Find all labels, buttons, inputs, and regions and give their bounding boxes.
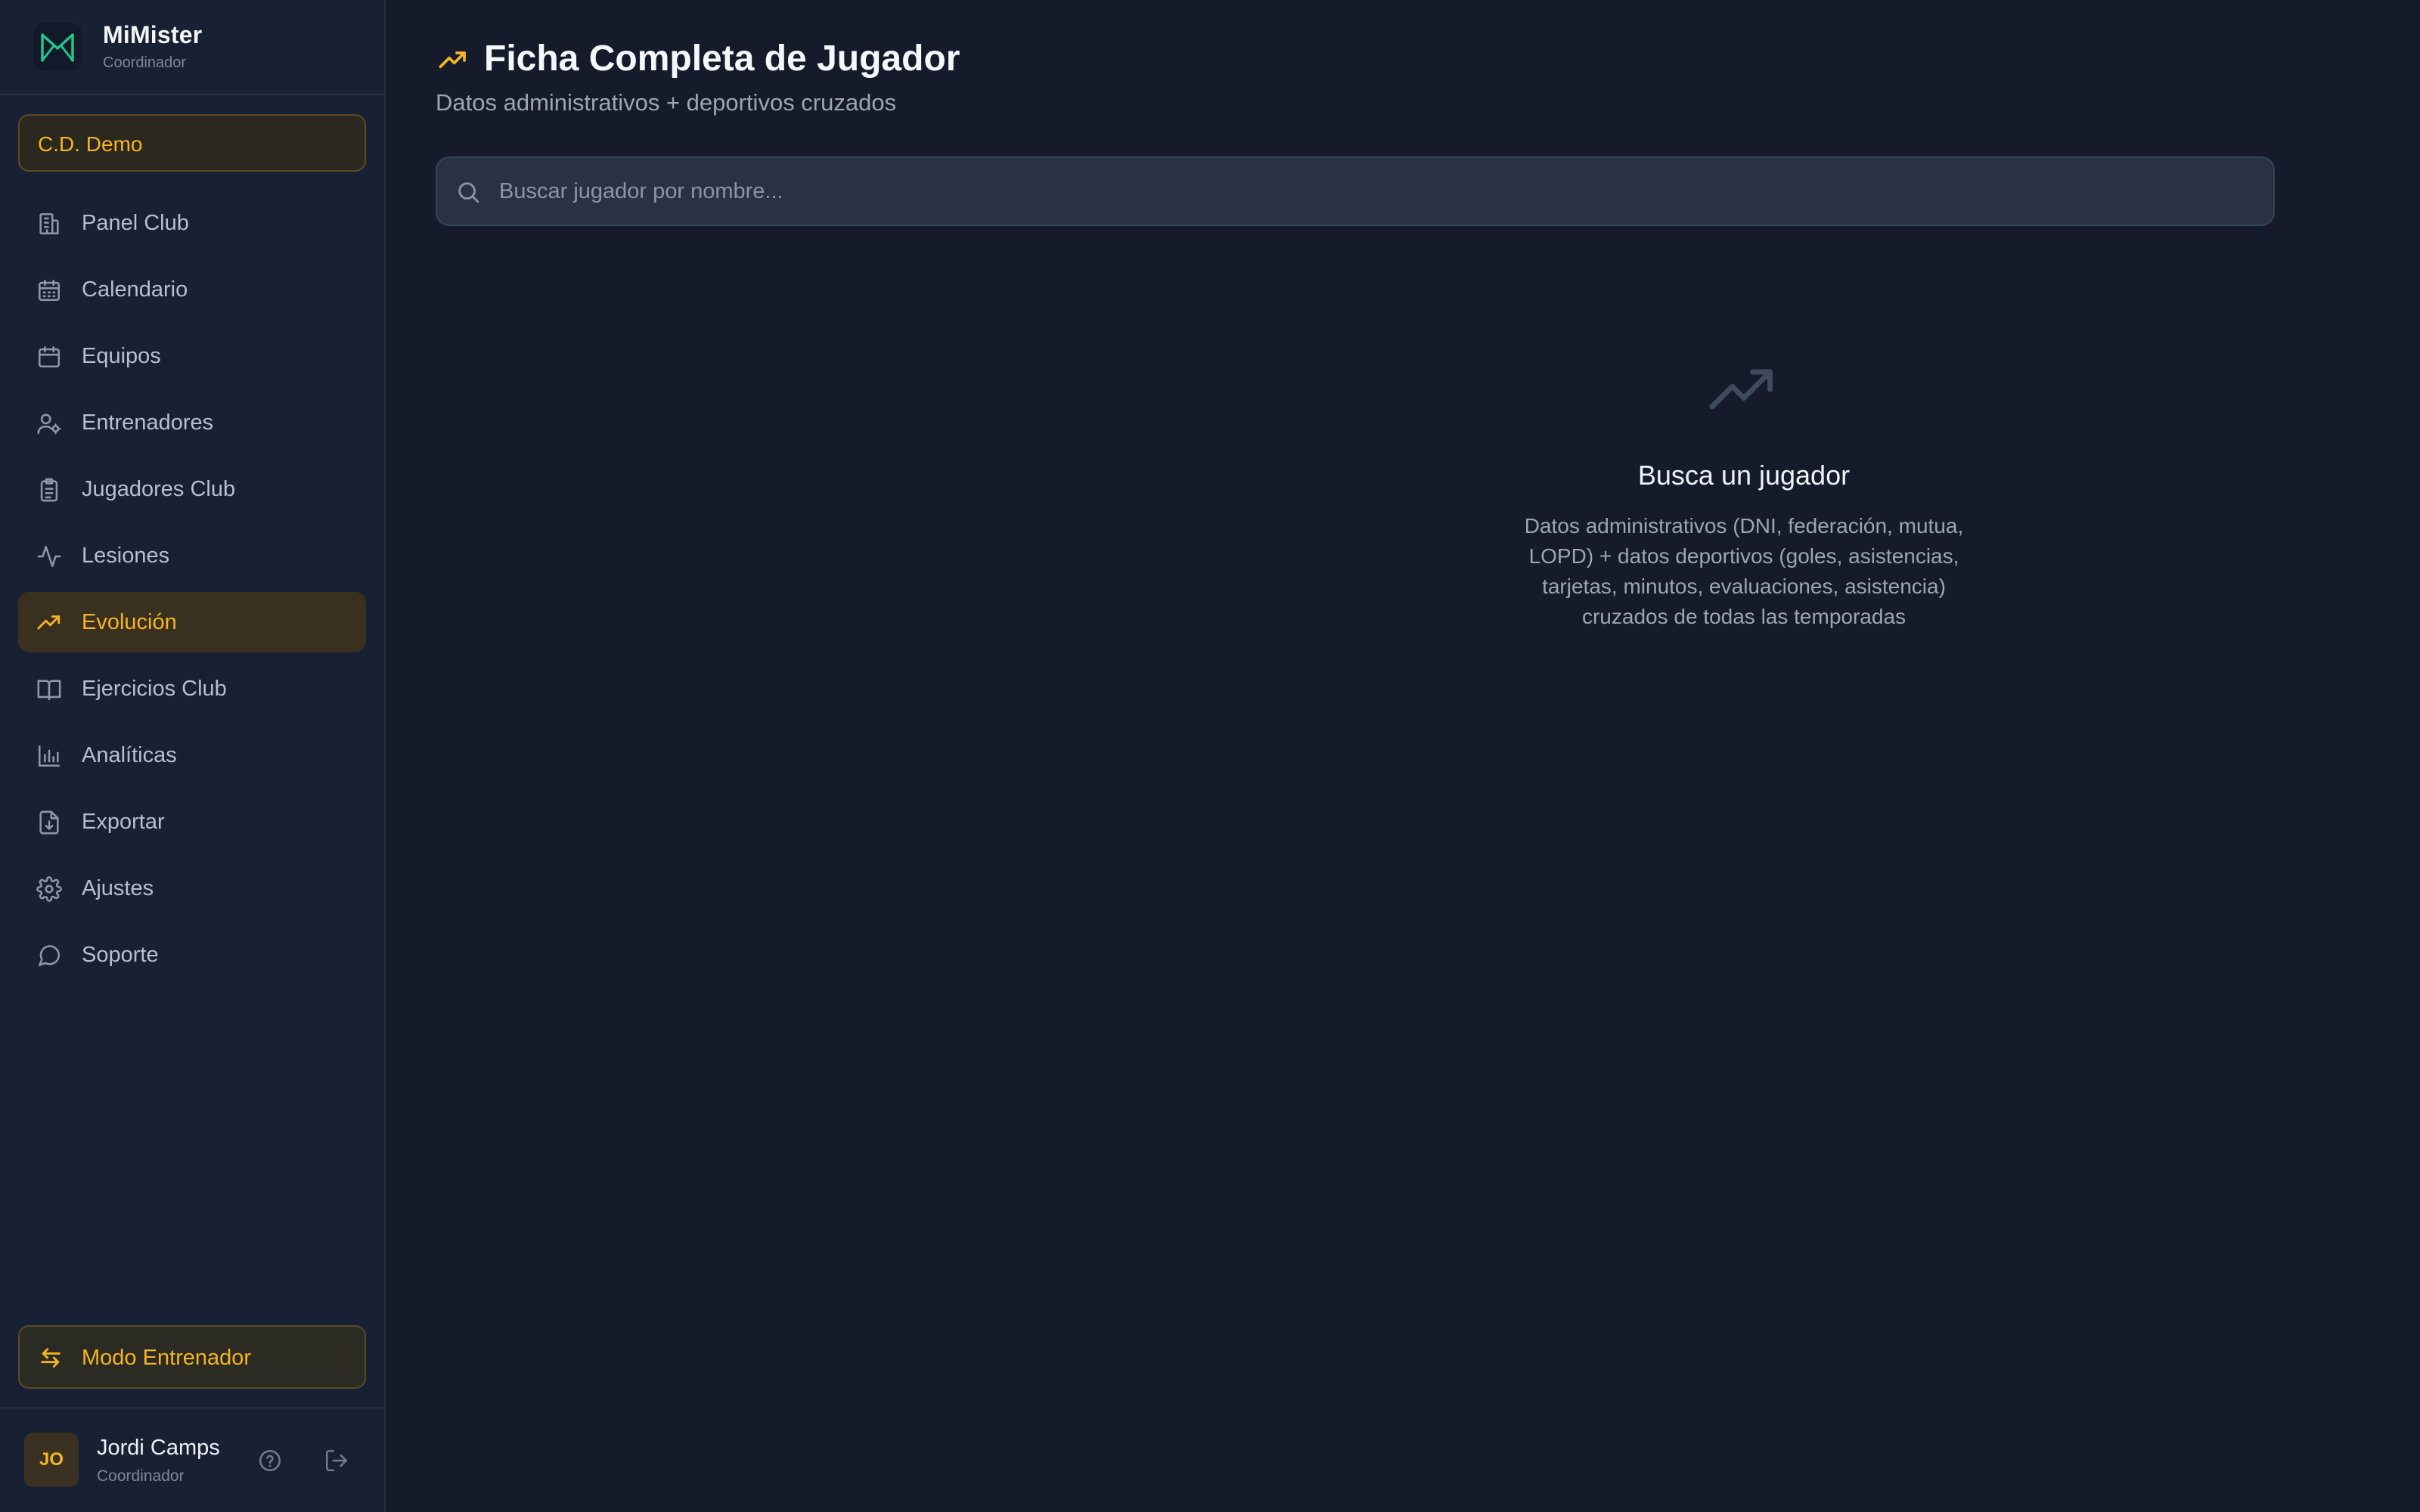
club-selector[interactable]: C.D. Demo	[18, 114, 366, 172]
sidebar-item-label: Soporte	[82, 943, 159, 967]
sidebar-item-analiticas[interactable]: Analíticas	[18, 725, 366, 785]
sidebar-item-label: Analíticas	[82, 743, 177, 767]
sidebar-item-soporte[interactable]: Soporte	[18, 925, 366, 985]
sidebar-item-label: Equipos	[82, 344, 161, 368]
trending-up-icon	[1709, 369, 1773, 410]
book-open-icon	[37, 680, 61, 701]
brand-name: MiMister	[103, 21, 203, 48]
club-name: C.D. Demo	[38, 132, 143, 156]
activity-icon	[37, 545, 61, 568]
coach-mode-label: Modo Entrenador	[82, 1346, 252, 1370]
player-search	[436, 156, 2275, 226]
sidebar-item-label: Lesiones	[82, 544, 170, 568]
sidebar-item-lesiones[interactable]: Lesiones	[18, 525, 366, 586]
coach-mode-button[interactable]: Modo Entrenador	[18, 1325, 366, 1389]
sidebar-item-label: Panel Club	[82, 211, 189, 235]
sidebar-item-label: Ejercicios Club	[82, 677, 227, 701]
sidebar-item-label: Entrenadores	[82, 411, 214, 435]
sidebar-item-ejercicios-club[interactable]: Ejercicios Club	[18, 658, 366, 719]
sidebar-item-entrenadores[interactable]: Entrenadores	[18, 392, 366, 453]
sidebar-item-label: Jugadores Club	[82, 477, 236, 501]
sidebar-item-equipos[interactable]: Equipos	[18, 326, 366, 386]
file-download-icon	[39, 810, 59, 835]
sidebar-item-evolucion[interactable]: Evolución	[18, 592, 366, 652]
empty-state-description: Datos administrativos (DNI, federación, …	[1524, 514, 1964, 628]
trending-up-icon	[439, 51, 466, 69]
sidebar-nav: Panel Club Calendario Equipos Entrenador…	[18, 193, 366, 991]
main-content: Ficha Completa de Jugador Datos administ…	[387, 0, 2420, 1512]
user-cog-icon	[37, 414, 61, 435]
brand-header: MiMister Coordinador	[0, 0, 384, 95]
sidebar-item-label: Exportar	[82, 810, 165, 834]
sidebar-item-jugadores-club[interactable]: Jugadores Club	[18, 459, 366, 519]
settings-icon	[36, 876, 62, 902]
search-icon	[458, 182, 479, 203]
mimister-logo-icon[interactable]	[33, 23, 82, 71]
user-panel: JO Jordi Camps Coordinador	[0, 1407, 384, 1512]
sidebar-item-label: Calendario	[82, 277, 188, 302]
page-subtitle: Datos administrativos + deportivos cruza…	[436, 89, 897, 116]
calendar-grid-icon	[38, 279, 60, 302]
brand-role: Coordinador	[103, 54, 187, 71]
page-title: Ficha Completa de Jugador	[484, 39, 960, 79]
arrows-swap-icon	[41, 1348, 60, 1368]
help-circle-icon[interactable]	[257, 1448, 283, 1473]
user-role: Coordinador	[97, 1467, 185, 1485]
sidebar-item-panel-club[interactable]: Panel Club	[18, 193, 366, 253]
message-circle-icon	[38, 945, 60, 967]
sidebar: MiMister Coordinador C.D. Demo Panel Clu…	[0, 0, 386, 1512]
user-name: Jordi Camps	[97, 1436, 220, 1460]
building-icon	[39, 212, 59, 235]
app-window: MiMister Coordinador C.D. Demo Panel Clu…	[0, 0, 2420, 1512]
trending-up-icon	[37, 615, 60, 630]
avatar[interactable]: JO	[24, 1433, 79, 1487]
empty-state-title: Busca un jugador	[1637, 460, 1851, 491]
sidebar-item-label: Evolución	[82, 610, 177, 634]
clipboard-list-icon	[40, 478, 58, 502]
sidebar-item-exportar[interactable]: Exportar	[18, 792, 366, 852]
calendar-icon	[38, 345, 60, 368]
sidebar-item-ajustes[interactable]: Ajustes	[18, 858, 366, 919]
sidebar-item-label: Ajustes	[82, 876, 154, 900]
bar-chart-icon	[38, 745, 60, 767]
sidebar-item-calendario[interactable]: Calendario	[18, 259, 366, 320]
logout-icon[interactable]	[324, 1448, 349, 1473]
search-input[interactable]	[498, 172, 2252, 211]
